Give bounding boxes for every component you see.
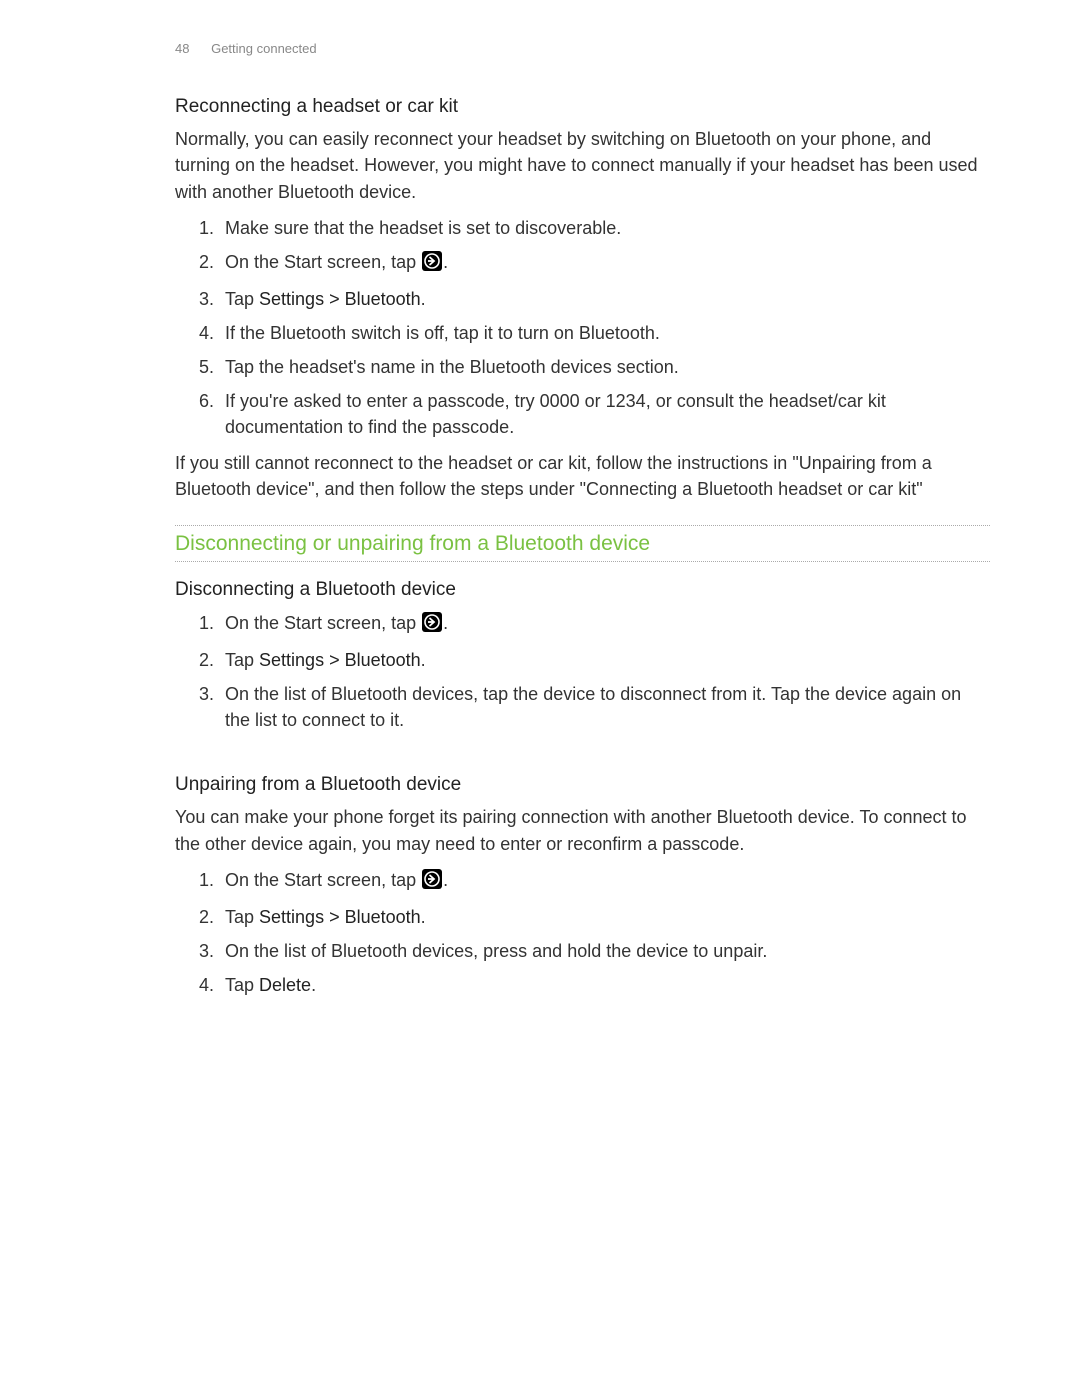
step-text: On the Start screen, tap	[225, 252, 421, 272]
list-item: On the list of Bluetooth devices, tap th…	[219, 681, 990, 733]
list-item: Tap Settings > Bluetooth.	[219, 904, 990, 930]
step-text: .	[443, 252, 448, 272]
page-header: 48 Getting connected	[175, 40, 990, 59]
step-text: On the Start screen, tap	[225, 870, 421, 890]
reconnecting-steps: Make sure that the headset is set to dis…	[175, 215, 990, 441]
list-item: On the Start screen, tap .	[219, 249, 990, 278]
unpairing-intro: You can make your phone forget its pairi…	[175, 804, 990, 856]
ui-path: Settings > Bluetooth	[259, 650, 421, 670]
reconnecting-outro: If you still cannot reconnect to the hea…	[175, 450, 990, 502]
arrow-icon	[422, 869, 442, 896]
step-text: Tap	[225, 289, 259, 309]
list-item: On the list of Bluetooth devices, press …	[219, 938, 990, 964]
list-item: On the Start screen, tap .	[219, 610, 990, 639]
chapter-title: Getting connected	[211, 41, 317, 56]
list-item: If you're asked to enter a passcode, try…	[219, 388, 990, 440]
step-text: Tap	[225, 907, 259, 927]
step-text: .	[311, 975, 316, 995]
arrow-icon	[422, 251, 442, 278]
step-text: .	[443, 613, 448, 633]
list-item: On the Start screen, tap .	[219, 867, 990, 896]
ui-path: Settings > Bluetooth	[259, 289, 421, 309]
page-number: 48	[175, 41, 189, 56]
section-heading: Disconnecting or unpairing from a Blueto…	[175, 525, 990, 562]
unpairing-steps: On the Start screen, tap . Tap Settings …	[175, 867, 990, 998]
list-item: Tap Delete.	[219, 972, 990, 998]
list-item: Tap the headset's name in the Bluetooth …	[219, 354, 990, 380]
reconnecting-intro: Normally, you can easily reconnect your …	[175, 126, 990, 204]
step-text: Tap	[225, 975, 259, 995]
document-page: 48 Getting connected Reconnecting a head…	[0, 0, 1080, 1048]
list-item: Tap Settings > Bluetooth.	[219, 286, 990, 312]
ui-label: Delete	[259, 975, 311, 995]
heading-unpairing: Unpairing from a Bluetooth device	[175, 771, 990, 799]
step-text: On the Start screen, tap	[225, 613, 421, 633]
step-text: .	[443, 870, 448, 890]
step-text: .	[421, 289, 426, 309]
step-text: .	[421, 907, 426, 927]
heading-reconnecting: Reconnecting a headset or car kit	[175, 93, 990, 121]
ui-path: Settings > Bluetooth	[259, 907, 421, 927]
list-item: Tap Settings > Bluetooth.	[219, 647, 990, 673]
list-item: Make sure that the headset is set to dis…	[219, 215, 990, 241]
step-text: Tap	[225, 650, 259, 670]
arrow-icon	[422, 612, 442, 639]
step-text: .	[421, 650, 426, 670]
list-item: If the Bluetooth switch is off, tap it t…	[219, 320, 990, 346]
heading-disconnecting: Disconnecting a Bluetooth device	[175, 576, 990, 604]
disconnecting-steps: On the Start screen, tap . Tap Settings …	[175, 610, 990, 733]
